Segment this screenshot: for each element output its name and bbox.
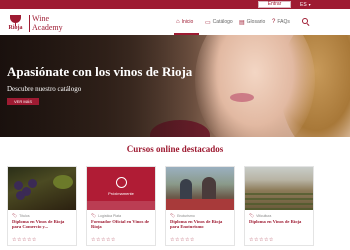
rating-stars: ☆☆☆☆☆ bbox=[91, 237, 116, 243]
course-title[interactable]: Diploma en Vinos de Rioja bbox=[249, 219, 311, 224]
nav-label: FAQs bbox=[277, 19, 290, 25]
vine-leaf bbox=[53, 175, 73, 189]
course-category: 🏷 Títulos bbox=[12, 213, 30, 218]
tag-icon: 🏷 bbox=[91, 213, 97, 218]
hero-title: Apasiónate con los vinos de Rioja bbox=[7, 64, 193, 79]
site-header: Rioja Wine Academy ⌂ Inicio ▭ Catálogo ▤… bbox=[0, 9, 350, 35]
faq-icon: ? bbox=[272, 19, 276, 25]
course-title[interactable]: Diploma en Vinos de Rioja para Comercio … bbox=[12, 219, 74, 229]
nav-item-catalogo[interactable]: ▭ Catálogo bbox=[205, 9, 233, 35]
course-title[interactable]: Diploma en Vinos de Rioja para Enoturism… bbox=[170, 219, 232, 229]
tag-icon: 🏷 bbox=[12, 213, 18, 218]
course-category: 🏷 Enoturismo bbox=[170, 213, 195, 218]
course-card[interactable]: Próximamente 🏷 Logística Plata Formador O… bbox=[86, 166, 156, 246]
catalog-icon: ▭ bbox=[205, 19, 211, 26]
category-label: Enoturismo bbox=[177, 213, 195, 218]
image-ribbon bbox=[87, 201, 155, 210]
hero-image-lips bbox=[230, 93, 254, 102]
tag-icon: 🏷 bbox=[249, 213, 255, 218]
nav-item-faqs[interactable]: ? FAQs bbox=[272, 9, 290, 35]
enter-button[interactable]: Entrar bbox=[258, 1, 291, 8]
hero-banner: Apasiónate con los vinos de Rioja Descub… bbox=[0, 35, 350, 137]
nav-label: Glosario bbox=[246, 19, 266, 25]
glossary-icon: ▤ bbox=[239, 19, 245, 26]
nav-label: Inicio bbox=[181, 19, 194, 25]
course-category: 🏷 Logística Plata bbox=[91, 213, 121, 218]
logo-text: Rioja bbox=[8, 25, 23, 31]
vineyard-row bbox=[245, 193, 313, 195]
language-selector[interactable]: ES ▾ bbox=[300, 1, 311, 8]
chevron-down-icon: ▾ bbox=[308, 2, 311, 7]
course-card[interactable]: 🏷 Enoturismo Diploma en Vinos de Rioja pa… bbox=[165, 166, 235, 246]
coming-soon-label: Próximamente bbox=[108, 191, 134, 196]
brand-divider bbox=[29, 15, 30, 32]
course-image[interactable] bbox=[166, 167, 234, 210]
medal-icon bbox=[116, 177, 127, 188]
search-icon[interactable] bbox=[302, 18, 310, 26]
course-image[interactable] bbox=[245, 167, 313, 210]
brand-line-2: Academy bbox=[32, 23, 63, 32]
vineyard-row bbox=[245, 203, 313, 205]
category-label: Viticultura bbox=[256, 213, 272, 218]
language-label: ES bbox=[300, 2, 307, 8]
vineyard-row bbox=[245, 198, 313, 200]
rating-stars: ☆☆☆☆☆ bbox=[170, 237, 195, 243]
rating-stars: ☆☆☆☆☆ bbox=[12, 237, 37, 243]
course-image[interactable] bbox=[8, 167, 76, 210]
top-bar bbox=[0, 0, 350, 9]
course-title[interactable]: Formador Oficial en Vinos de Rioja bbox=[91, 219, 153, 229]
category-label: Títulos bbox=[19, 213, 30, 218]
category-label: Logística Plata bbox=[98, 213, 122, 218]
course-image[interactable]: Próximamente bbox=[87, 167, 155, 210]
rioja-logo[interactable]: Rioja bbox=[6, 15, 25, 32]
course-card[interactable]: 🏷 Viticultura Diploma en Vinos de Rioja ☆… bbox=[244, 166, 314, 246]
person bbox=[202, 177, 216, 201]
hero-subtitle: Descubre nuestro catálogo bbox=[7, 85, 82, 93]
grape bbox=[28, 179, 37, 188]
person bbox=[180, 179, 192, 201]
course-category: 🏷 Viticultura bbox=[249, 213, 271, 218]
wine-glass-icon bbox=[10, 15, 21, 23]
course-card[interactable]: 🏷 Títulos Diploma en Vinos de Rioja para … bbox=[7, 166, 77, 246]
featured-courses-title: Cursos online destacados bbox=[126, 144, 224, 154]
brand-line-1: Wine bbox=[32, 14, 50, 23]
home-icon: ⌂ bbox=[176, 19, 180, 25]
nav-item-glosario[interactable]: ▤ Glosario bbox=[239, 9, 265, 35]
tag-icon: 🏷 bbox=[170, 213, 176, 218]
nav-item-inicio[interactable]: ⌂ Inicio bbox=[176, 9, 193, 35]
hero-more-button[interactable]: VER MÁS bbox=[7, 98, 39, 105]
grape bbox=[16, 191, 25, 200]
vineyard-row bbox=[245, 208, 313, 210]
nav-label: Catálogo bbox=[212, 19, 233, 25]
brand-name[interactable]: Wine Academy bbox=[32, 14, 63, 32]
picnic-table bbox=[166, 199, 234, 210]
rating-stars: ☆☆☆☆☆ bbox=[249, 237, 274, 243]
